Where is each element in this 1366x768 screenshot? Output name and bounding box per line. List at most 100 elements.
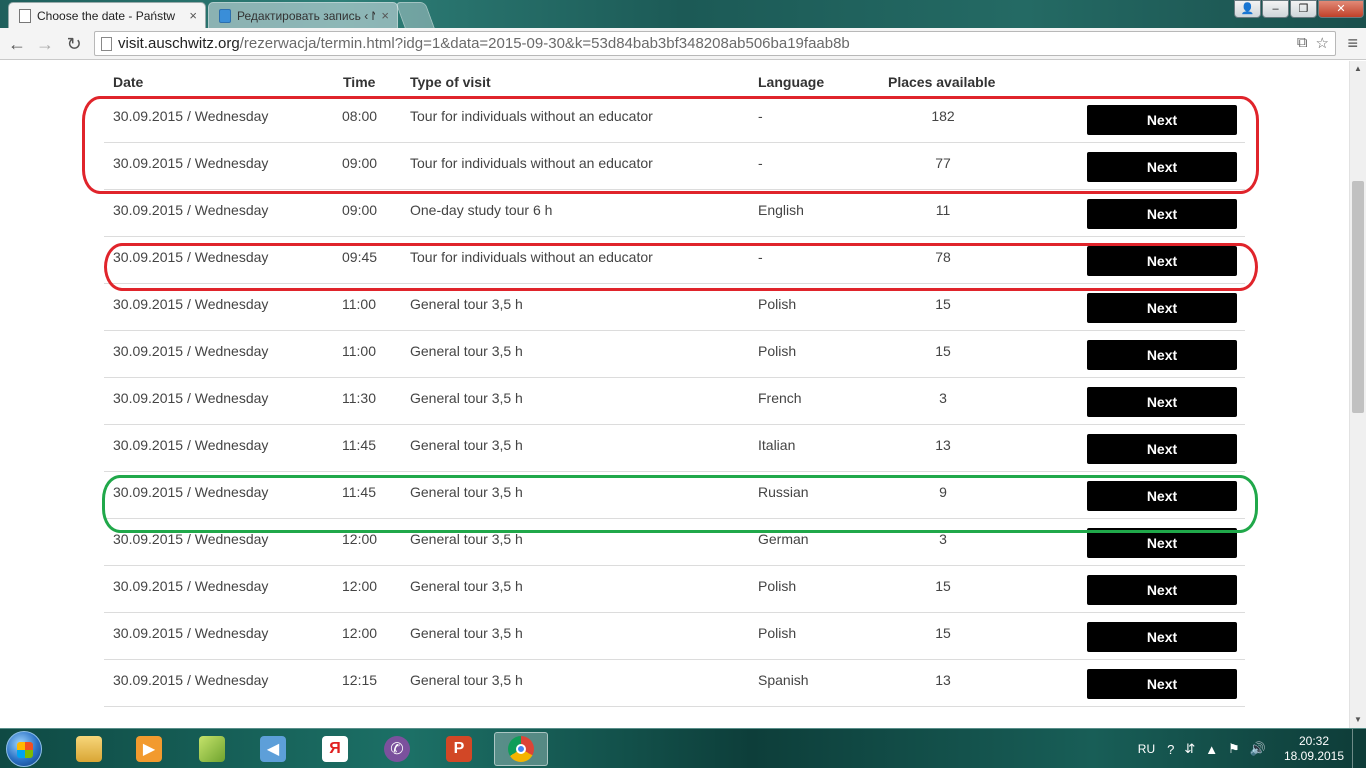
forward-button[interactable]: → (34, 33, 56, 55)
address-bar[interactable]: visit.auschwitz.org/rezerwacja/termin.ht… (94, 31, 1336, 56)
maximize-button[interactable]: ❐ (1290, 0, 1317, 18)
clock-time: 20:32 (1298, 734, 1330, 748)
cell-type-of-visit: General tour 3,5 h (410, 343, 523, 359)
next-button[interactable]: Next (1087, 669, 1237, 699)
cell-places-available: 182 (931, 108, 955, 124)
cell-date: 30.09.2015 / Wednesday (113, 249, 269, 265)
table-row: 30.09.2015 / Wednesday 12:00 General tour … (104, 613, 1245, 660)
new-tab-button[interactable] (395, 2, 435, 28)
cell-time: 12:00 (342, 531, 378, 547)
cell-language: Spanish (758, 672, 809, 688)
next-button[interactable]: Next (1087, 340, 1237, 370)
url-host: visit.auschwitz.org (118, 35, 240, 52)
table-row: 30.09.2015 / Wednesday 12:15 General tour … (104, 660, 1245, 707)
cell-places-available: 77 (935, 155, 951, 171)
cell-language: Polish (758, 343, 797, 359)
table-row: 30.09.2015 / Wednesday 11:45 General tour … (104, 425, 1245, 472)
next-button[interactable]: Next (1087, 575, 1237, 605)
help-icon[interactable]: ? (1167, 742, 1174, 757)
user-icon[interactable]: 👤 (1234, 0, 1261, 18)
next-button[interactable]: Next (1087, 105, 1237, 135)
cell-type-of-visit: General tour 3,5 h (410, 672, 523, 688)
translate-icon[interactable]: ⧉ (1297, 34, 1308, 52)
cell-places-available: 13 (935, 437, 951, 453)
cell-time: 11:45 (342, 437, 376, 453)
cell-time: 12:00 (342, 578, 378, 594)
volume-icon[interactable]: 🔊 (1250, 741, 1266, 757)
cell-places-available: 9 (939, 484, 947, 500)
next-button[interactable]: Next (1087, 622, 1237, 652)
tab-choose-date[interactable]: Choose the date - Państw × (8, 2, 206, 28)
vertical-scrollbar[interactable]: ▲ ▼ (1349, 61, 1366, 728)
next-button[interactable]: Next (1087, 387, 1237, 417)
clock[interactable]: 20:32 18.09.2015 (1276, 734, 1352, 764)
cell-language: Russian (758, 484, 809, 500)
table-row: 30.09.2015 / Wednesday 09:00 Tour for indi… (104, 143, 1245, 190)
table-row: 30.09.2015 / Wednesday 12:00 General tour … (104, 519, 1245, 566)
cell-type-of-visit: General tour 3,5 h (410, 437, 523, 453)
cell-type-of-visit: One-day study tour 6 h (410, 202, 553, 218)
cell-date: 30.09.2015 / Wednesday (113, 296, 269, 312)
cell-places-available: 11 (935, 202, 951, 218)
scroll-up-arrow-icon[interactable]: ▲ (1350, 61, 1366, 77)
media-player-icon[interactable]: ▶ (122, 732, 176, 766)
minimize-button[interactable]: – (1262, 0, 1289, 18)
scroll-thumb[interactable] (1352, 181, 1364, 413)
header-type: Type of visit (410, 74, 491, 90)
cell-language: English (758, 202, 804, 218)
cell-time: 12:15 (342, 672, 378, 688)
close-icon[interactable]: × (189, 8, 197, 23)
cell-type-of-visit: General tour 3,5 h (410, 390, 523, 406)
network-icon[interactable]: ⇵ (1184, 741, 1195, 757)
cell-places-available: 15 (935, 343, 951, 359)
show-hidden-icons-icon[interactable]: ▲ (1205, 742, 1218, 757)
next-button[interactable]: Next (1087, 246, 1237, 276)
close-window-button[interactable]: ✕ (1318, 0, 1364, 18)
cell-date: 30.09.2015 / Wednesday (113, 625, 269, 641)
next-button[interactable]: Next (1087, 293, 1237, 323)
next-button[interactable]: Next (1087, 528, 1237, 558)
cell-date: 30.09.2015 / Wednesday (113, 484, 269, 500)
scroll-down-arrow-icon[interactable]: ▼ (1350, 712, 1366, 728)
chrome-icon[interactable] (494, 732, 548, 766)
cell-time: 11:30 (342, 390, 376, 406)
speaker-icon[interactable]: ◀ (246, 732, 300, 766)
page-icon (101, 36, 112, 51)
cell-language: - (758, 155, 763, 171)
cell-places-available: 13 (935, 672, 951, 688)
language-indicator[interactable]: RU (1138, 742, 1155, 756)
tab-title: Редактировать запись ‹ N (237, 8, 376, 23)
next-button[interactable]: Next (1087, 199, 1237, 229)
browser-titlebar: Choose the date - Państw × Редактировать… (0, 0, 1366, 28)
show-desktop-button[interactable] (1352, 729, 1366, 768)
powerpoint-icon[interactable]: P (432, 732, 486, 766)
cell-language: Polish (758, 578, 797, 594)
action-center-flag-icon[interactable]: ⚑ (1228, 741, 1240, 757)
reload-button[interactable]: ↻ (63, 33, 85, 55)
tab-edit-record[interactable]: Редактировать запись ‹ N × (208, 2, 398, 28)
cell-time: 09:45 (342, 249, 378, 265)
header-date: Date (113, 74, 144, 90)
explorer-icon[interactable] (62, 732, 116, 766)
start-button[interactable] (6, 731, 42, 767)
cell-date: 30.09.2015 / Wednesday (113, 343, 269, 359)
cell-date: 30.09.2015 / Wednesday (113, 672, 269, 688)
windows-photo-icon[interactable] (185, 732, 239, 766)
chrome-menu-icon[interactable]: ≡ (1347, 33, 1358, 54)
cell-language: - (758, 249, 763, 265)
yandex-icon[interactable]: Я (308, 732, 362, 766)
cell-places-available: 3 (939, 531, 947, 547)
cell-time: 09:00 (342, 155, 378, 171)
cell-language: Polish (758, 296, 797, 312)
header-time: Time (343, 74, 376, 90)
table-row: 30.09.2015 / Wednesday 11:00 General tour … (104, 331, 1245, 378)
viber-icon[interactable]: ✆ (370, 732, 424, 766)
back-button[interactable]: ← (6, 33, 28, 55)
cell-language: Polish (758, 625, 797, 641)
next-button[interactable]: Next (1087, 481, 1237, 511)
next-button[interactable]: Next (1087, 152, 1237, 182)
next-button[interactable]: Next (1087, 434, 1237, 464)
bookmark-star-icon[interactable]: ☆ (1316, 34, 1329, 52)
close-icon[interactable]: × (381, 8, 389, 23)
cell-time: 11:00 (342, 343, 376, 359)
